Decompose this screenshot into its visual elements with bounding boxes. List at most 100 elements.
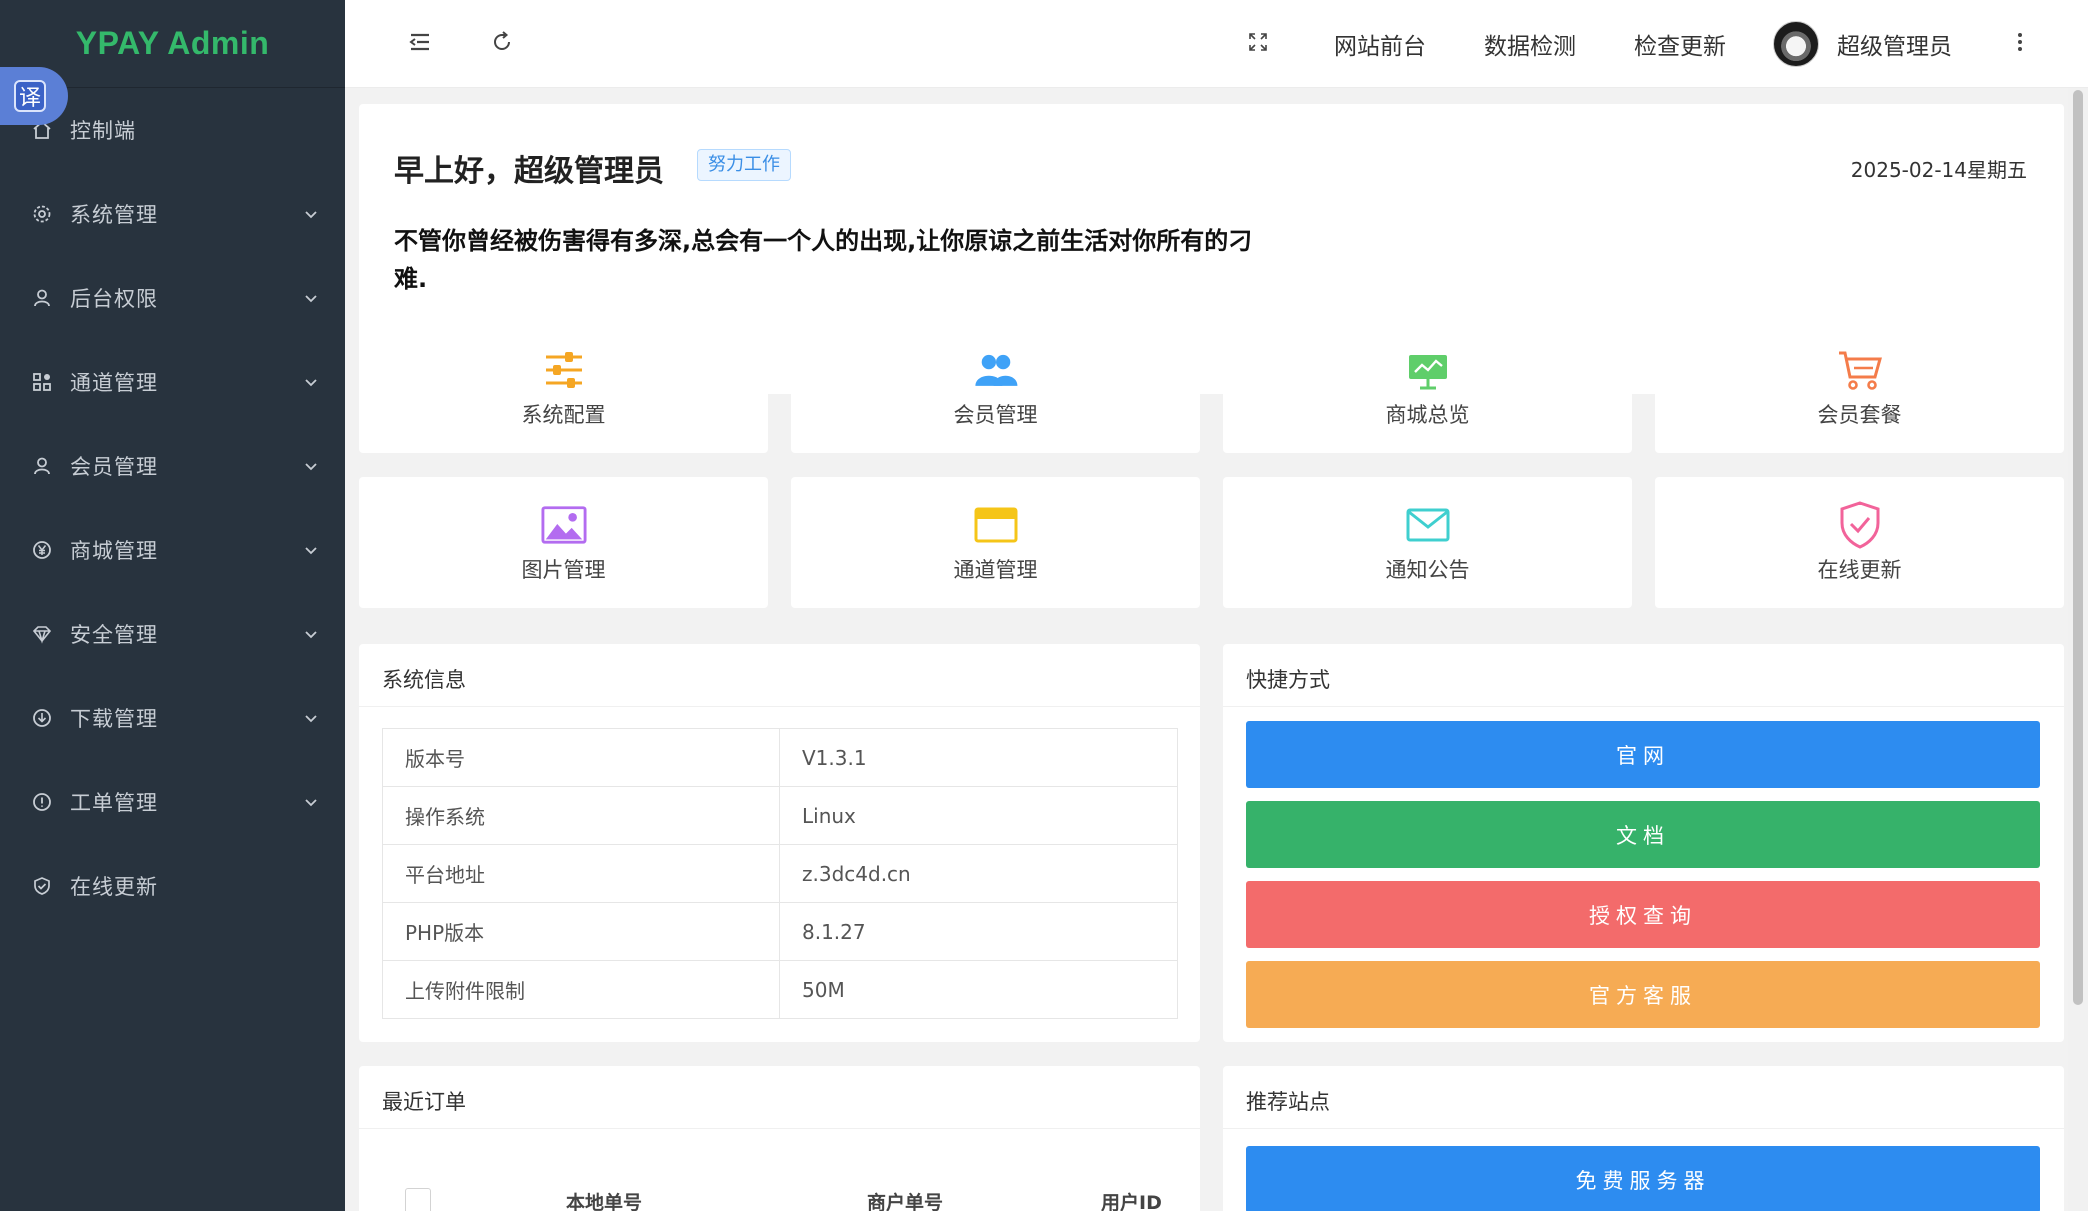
header-link-frontend[interactable]: 网站前台 xyxy=(1320,0,1440,88)
sidebar-item-label: 后台权限 xyxy=(70,287,158,311)
table-row: 操作系统 Linux xyxy=(382,786,1178,845)
top-header: 网站前台 数据检测 检查更新 超级管理员 xyxy=(345,0,2088,88)
main-content: 早上好，超级管理员 努力工作 2025-02-14星期五 不管你曾经被伤害得有多… xyxy=(345,88,2068,1211)
sidebar-item-shop[interactable]: 商城管理 xyxy=(0,508,345,592)
tile-shop-overview[interactable]: 商城总览 xyxy=(1223,322,1632,453)
column-header: 本地单号 xyxy=(566,1192,643,1211)
current-date: 2025-02-14星期五 xyxy=(1850,158,2027,182)
divider xyxy=(359,706,1200,707)
tile-label: 通知公告 xyxy=(1385,557,1470,582)
collapse-menu-button[interactable] xyxy=(395,0,445,88)
header-link-data-check[interactable]: 数据检测 xyxy=(1470,0,1590,88)
chevron-down-icon xyxy=(303,794,319,810)
system-info-table: 版本号 V1.3.1 操作系统 Linux 平台地址 z.3dc4d.cn PHP版本… xyxy=(382,728,1178,1019)
fullscreen-icon xyxy=(1248,32,1268,56)
sidebar-menu: 控制端 系统管理 后台权限 通道管理 会员管理 商城管理 安全管理 下载管理 工… xyxy=(0,88,345,928)
orders-table-header: 本地单号 商户单号 用户ID xyxy=(382,1176,1178,1211)
sidebar: YPAY Admin 译 控制端 系统管理 后台权限 通道管理 会员管理 商城管… xyxy=(0,0,345,1211)
sidebar-item-label: 商城管理 xyxy=(70,539,158,563)
chevron-down-icon xyxy=(303,206,319,222)
translate-button[interactable]: 译 xyxy=(0,67,68,125)
cart-icon xyxy=(1837,347,1883,393)
tile-label: 商城总览 xyxy=(1385,402,1470,427)
sidebar-item-label: 会员管理 xyxy=(70,455,158,479)
license-query-button[interactable]: 授权查询 xyxy=(1246,881,2040,948)
panel-title: 最近订单 xyxy=(382,1090,466,1114)
official-site-button[interactable]: 官网 xyxy=(1246,721,2040,788)
sidebar-item-security[interactable]: 安全管理 xyxy=(0,592,345,676)
info-key: 上传附件限制 xyxy=(382,960,780,1019)
chevron-down-icon xyxy=(303,542,319,558)
chevron-down-icon xyxy=(303,626,319,642)
status-badge: 努力工作 xyxy=(697,149,791,181)
docs-button[interactable]: 文档 xyxy=(1246,801,2040,868)
mail-icon xyxy=(1405,502,1451,548)
page-scrollbar[interactable] xyxy=(2068,88,2088,1211)
tile-label: 通道管理 xyxy=(953,557,1038,582)
sidebar-item-label: 控制端 xyxy=(70,119,136,143)
free-server-button[interactable]: 免费服务器 xyxy=(1246,1146,2040,1211)
info-value: V1.3.1 xyxy=(779,728,1178,787)
tile-image-management[interactable]: 图片管理 xyxy=(359,477,768,608)
info-value: 8.1.27 xyxy=(779,902,1178,961)
daily-quote: 不管你曾经被伤害得有多深,总会有一个人的出现,让你原谅之前生活对你所有的刁难. xyxy=(394,227,1253,293)
chevron-down-icon xyxy=(303,458,319,474)
header-link-check-update[interactable]: 检查更新 xyxy=(1620,0,1740,88)
info-value: 50M xyxy=(779,960,1178,1019)
shield-check-icon xyxy=(1837,500,1883,549)
panel-title: 系统信息 xyxy=(382,668,466,692)
tile-system-config[interactable]: 系统配置 xyxy=(359,322,768,453)
sidebar-item-online-update[interactable]: 在线更新 xyxy=(0,844,345,928)
sidebar-item-channels[interactable]: 通道管理 xyxy=(0,340,345,424)
tile-member-management[interactable]: 会员管理 xyxy=(791,322,1200,453)
card-icon xyxy=(973,502,1019,548)
panel-title: 快捷方式 xyxy=(1246,668,1330,692)
tile-online-update[interactable]: 在线更新 xyxy=(1655,477,2064,608)
refresh-icon xyxy=(491,31,513,57)
chevron-down-icon xyxy=(303,374,319,390)
panel-title: 推荐站点 xyxy=(1246,1090,1330,1114)
refresh-button[interactable] xyxy=(477,0,527,88)
select-all-checkbox[interactable] xyxy=(405,1188,431,1211)
sidebar-item-permissions[interactable]: 后台权限 xyxy=(0,256,345,340)
apps-icon xyxy=(30,370,54,394)
more-vertical-icon xyxy=(2017,31,2023,57)
table-row: 平台地址 z.3dc4d.cn xyxy=(382,844,1178,903)
user-icon xyxy=(30,454,54,478)
sidebar-item-downloads[interactable]: 下载管理 xyxy=(0,676,345,760)
fullscreen-button[interactable] xyxy=(1238,0,1278,88)
tile-label: 图片管理 xyxy=(521,557,606,582)
download-icon xyxy=(30,706,54,730)
tile-notices[interactable]: 通知公告 xyxy=(1223,477,1632,608)
sidebar-item-system[interactable]: 系统管理 xyxy=(0,172,345,256)
sidebar-item-members[interactable]: 会员管理 xyxy=(0,424,345,508)
tile-label: 会员管理 xyxy=(953,402,1038,427)
presentation-icon xyxy=(1405,347,1451,393)
scrollbar-thumb[interactable] xyxy=(2073,90,2083,1005)
menu-fold-icon xyxy=(408,32,432,56)
info-value: Linux xyxy=(779,786,1178,845)
image-icon xyxy=(540,502,587,548)
info-icon xyxy=(30,790,54,814)
greeting: 早上好，超级管理员 xyxy=(394,154,664,189)
system-info-panel: 系统信息 版本号 V1.3.1 操作系统 Linux 平台地址 z.3dc4d.cn … xyxy=(359,644,1200,1042)
recommended-sites-panel: 推荐站点 免费服务器 xyxy=(1223,1066,2064,1211)
chevron-down-icon xyxy=(303,290,319,306)
gear-icon xyxy=(30,202,54,226)
tile-member-packages[interactable]: 会员套餐 xyxy=(1655,322,2064,453)
more-button[interactable] xyxy=(2000,0,2040,88)
sidebar-item-label: 安全管理 xyxy=(70,623,158,647)
info-key: 平台地址 xyxy=(382,844,780,903)
divider xyxy=(1223,1128,2064,1129)
yen-icon xyxy=(30,538,54,562)
sidebar-item-label: 工单管理 xyxy=(70,791,158,815)
column-header: 商户单号 xyxy=(867,1192,944,1211)
divider xyxy=(359,1128,1200,1129)
official-support-button[interactable]: 官方客服 xyxy=(1246,961,2040,1028)
info-key: PHP版本 xyxy=(382,902,780,961)
tile-label: 系统配置 xyxy=(521,402,606,427)
sidebar-item-label: 在线更新 xyxy=(70,875,158,899)
sidebar-item-tickets[interactable]: 工单管理 xyxy=(0,760,345,844)
tile-channel-management[interactable]: 通道管理 xyxy=(791,477,1200,608)
translate-icon: 译 xyxy=(14,80,46,112)
